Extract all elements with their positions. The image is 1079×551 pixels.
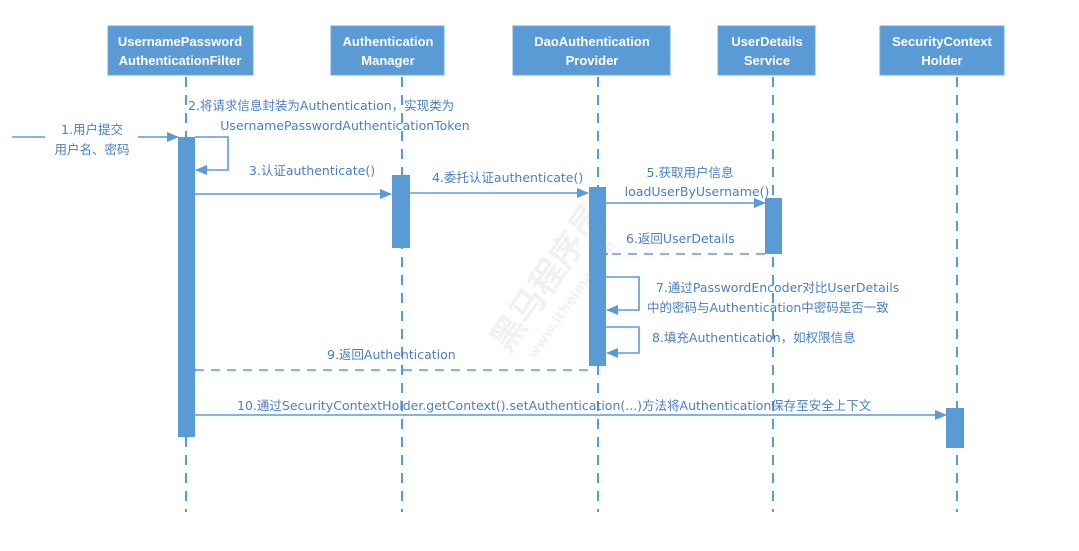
svg-text:Manager: Manager — [361, 53, 414, 68]
svg-text:2.将请求信息封装为Authentication，实现类为: 2.将请求信息封装为Authentication，实现类为 — [188, 98, 454, 113]
activation-securitycontext — [946, 408, 964, 448]
svg-text:10.通过SecurityContextHolder.get: 10.通过SecurityContextHolder.getContext().… — [237, 398, 872, 413]
svg-text:Holder: Holder — [921, 53, 962, 68]
message-2: 2.将请求信息封装为Authentication，实现类为 UsernamePa… — [188, 98, 470, 175]
svg-text:中的密码与Authentication中密码是否一致: 中的密码与Authentication中密码是否一致 — [647, 300, 889, 315]
participant-userdetails: UserDetails Service — [717, 25, 816, 76]
svg-text:4.委托认证authenticate(): 4.委托认证authenticate() — [432, 170, 583, 185]
svg-text:UsernamePassword: UsernamePassword — [118, 34, 242, 49]
svg-text:DaoAuthentication: DaoAuthentication — [534, 34, 650, 49]
svg-text:Authentication: Authentication — [343, 34, 434, 49]
activation-userdetails — [765, 198, 782, 254]
sequence-diagram: 黑马程序员 www.itheima.com UsernamePassword A… — [0, 0, 1079, 551]
message-3: 3.认证authenticate() — [195, 163, 392, 199]
svg-text:UserDetails: UserDetails — [731, 34, 803, 49]
svg-text:AuthenticationFilter: AuthenticationFilter — [119, 53, 242, 68]
watermark: 黑马程序员 www.itheima.com — [483, 197, 619, 362]
svg-text:1.用户提交: 1.用户提交 — [61, 122, 123, 137]
svg-text:Service: Service — [744, 53, 790, 68]
svg-text:UsernamePasswordAuthentication: UsernamePasswordAuthenticationToken — [220, 118, 469, 133]
participant-manager: Authentication Manager — [330, 25, 445, 76]
svg-text:9.返回Authentication: 9.返回Authentication — [327, 347, 456, 362]
message-8: 8.填充Authentication，如权限信息 — [606, 326, 856, 358]
svg-text:SecurityContext: SecurityContext — [892, 34, 992, 49]
svg-text:8.填充Authentication，如权限信息: 8.填充Authentication，如权限信息 — [652, 330, 856, 345]
svg-text:Provider: Provider — [566, 53, 619, 68]
svg-text:loadUserByUsername(): loadUserByUsername() — [625, 184, 770, 199]
svg-text:3.认证authenticate(): 3.认证authenticate() — [249, 163, 375, 178]
activation-filter — [178, 137, 195, 437]
message-5: 5.获取用户信息 loadUserByUsername() — [606, 165, 770, 208]
svg-text:6.返回UserDetails: 6.返回UserDetails — [626, 231, 735, 246]
svg-text:7.通过PasswordEncoder对比UserDetai: 7.通过PasswordEncoder对比UserDetails — [656, 280, 899, 295]
message-1: 1.用户提交 用户名、密码 — [12, 122, 179, 157]
participant-provider: DaoAuthentication Provider — [512, 25, 671, 76]
svg-text:用户名、密码: 用户名、密码 — [54, 142, 129, 157]
message-6: 6.返回UserDetails — [607, 231, 765, 254]
activation-manager — [392, 175, 410, 248]
message-7: 7.通过PasswordEncoder对比UserDetails 中的密码与Au… — [606, 276, 899, 315]
participant-filter: UsernamePassword AuthenticationFilter — [107, 25, 254, 76]
message-10: 10.通过SecurityContextHolder.getContext().… — [195, 398, 947, 420]
activation-provider — [589, 187, 606, 366]
svg-text:5.获取用户信息: 5.获取用户信息 — [647, 165, 734, 180]
participant-securitycontext: SecurityContext Holder — [879, 25, 1005, 76]
message-4: 4.委托认证authenticate() — [410, 170, 589, 198]
